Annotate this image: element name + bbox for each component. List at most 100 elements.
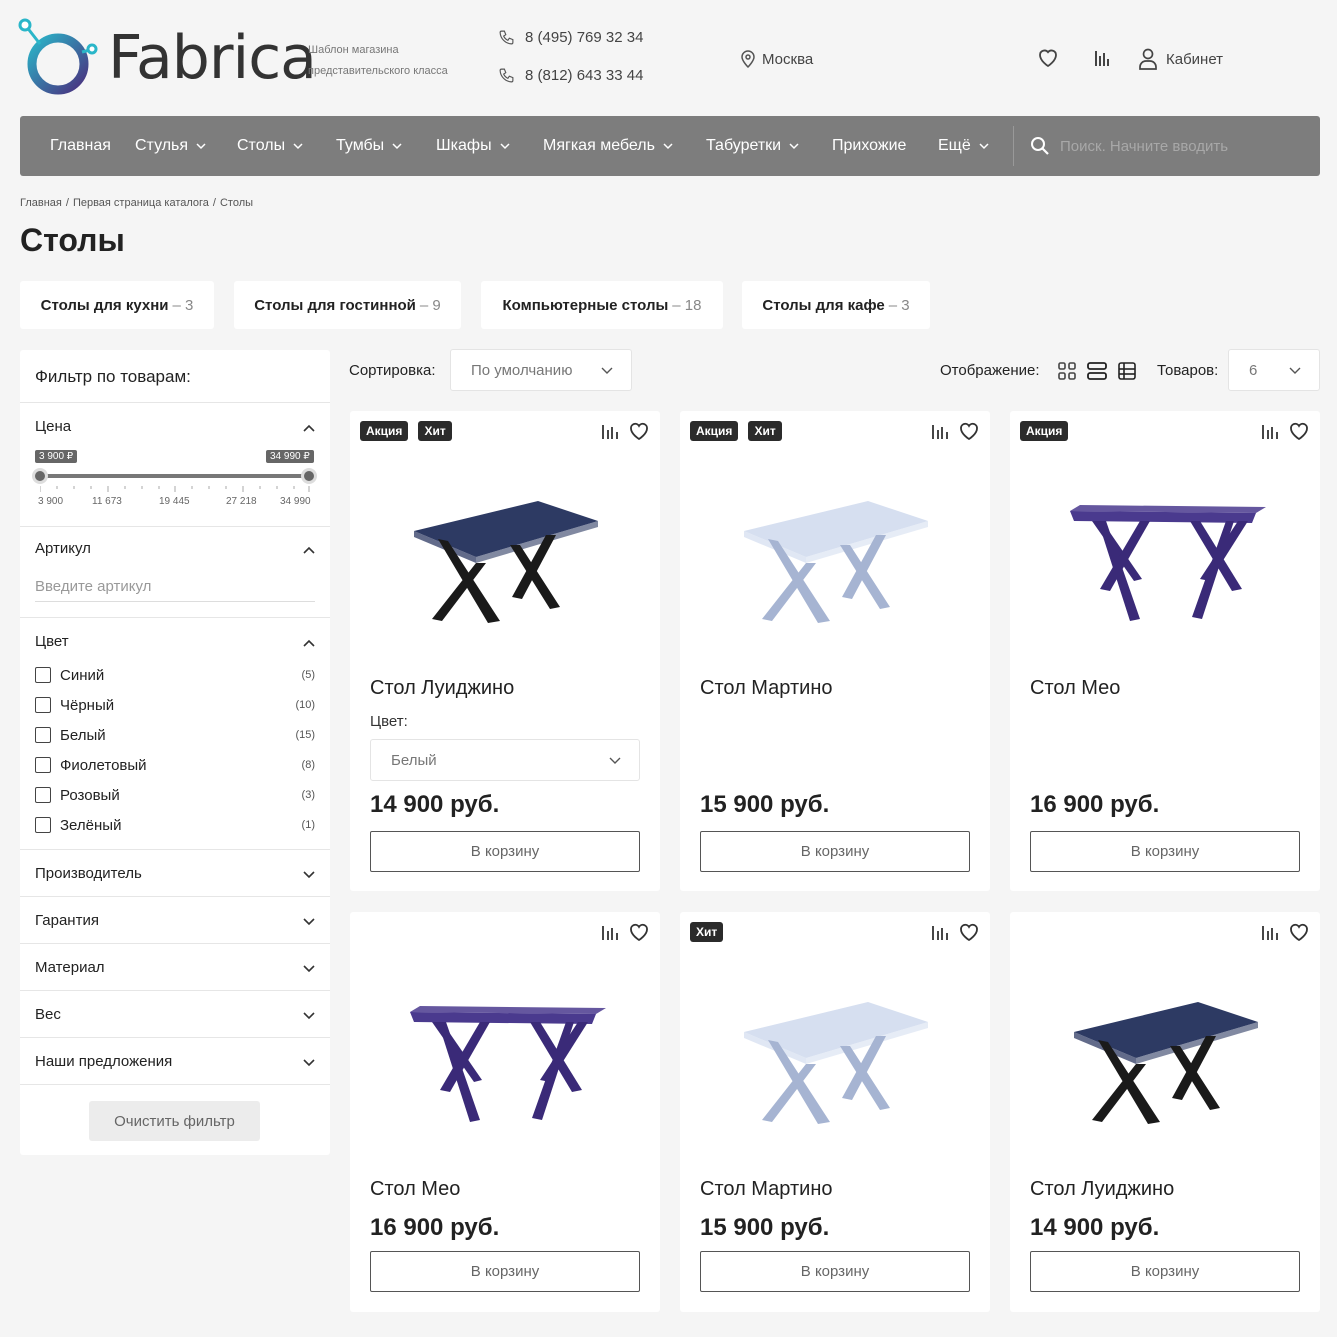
search-icon[interactable] — [1030, 136, 1050, 156]
product-image[interactable] — [720, 972, 950, 1152]
product-image[interactable] — [390, 471, 620, 651]
add-to-cart-button[interactable]: В корзину — [1030, 831, 1300, 872]
product-card[interactable]: Хит Стол Мартино 15 900 руб. В корзину — [680, 912, 990, 1312]
compare-icon[interactable] — [1260, 922, 1280, 942]
add-to-cart-button[interactable]: В корзину — [700, 1251, 970, 1292]
product-name[interactable]: Стол Мартино — [700, 1178, 832, 1201]
color-option-blue[interactable]: Синий (5) — [35, 665, 315, 685]
color-option-green[interactable]: Зелёный (1) — [35, 815, 315, 835]
subcategory-kitchen[interactable]: Столы для кухни – 3 — [20, 281, 214, 329]
nav-soft-furniture[interactable]: Мягкая мебель — [543, 116, 673, 176]
filter-offers-header[interactable]: Наши предложения — [35, 1053, 172, 1070]
sort-select[interactable]: По умолчанию — [450, 349, 632, 391]
product-card[interactable]: Акция Хит Стол Луиджино Цвет: Белый 14 90… — [350, 411, 660, 891]
breadcrumb-catalog[interactable]: Первая страница каталога — [73, 197, 209, 209]
checkbox[interactable] — [35, 727, 51, 743]
phone-2[interactable]: 8 (812) 643 33 44 — [498, 67, 643, 84]
product-name[interactable]: Стол Мео — [1030, 677, 1120, 700]
brand-name[interactable]: Fabrica — [108, 26, 317, 90]
favorite-heart-icon[interactable] — [958, 420, 980, 442]
product-image[interactable] — [1050, 471, 1280, 651]
favorite-heart-icon[interactable] — [628, 921, 650, 943]
compare-icon[interactable] — [600, 922, 620, 942]
checkbox[interactable] — [35, 787, 51, 803]
product-image[interactable] — [390, 972, 620, 1152]
subcategory-computer[interactable]: Компьютерные столы – 18 — [481, 281, 723, 329]
cabinet-link[interactable]: Кабинет — [1138, 48, 1223, 70]
nav-stools[interactable]: Табуретки — [706, 116, 799, 176]
chevron-up-icon[interactable] — [302, 421, 316, 435]
price-slider-track[interactable] — [40, 474, 310, 478]
checkbox[interactable] — [35, 667, 51, 683]
filter-article-header[interactable]: Артикул — [35, 540, 91, 557]
nav-tables[interactable]: Столы — [237, 116, 303, 176]
add-to-cart-button[interactable]: В корзину — [370, 831, 640, 872]
product-card[interactable]: Стол Луиджино 14 900 руб. В корзину — [1010, 912, 1320, 1312]
add-to-cart-button[interactable]: В корзину — [700, 831, 970, 872]
price-slider-max-handle[interactable] — [301, 468, 317, 484]
filter-weight-header[interactable]: Вес — [35, 1006, 61, 1023]
favorite-heart-icon[interactable] — [1288, 420, 1310, 442]
list-view-icon[interactable] — [1087, 361, 1107, 381]
subcategory-living[interactable]: Столы для гостинной – 9 — [234, 281, 461, 329]
favorites-heart-icon[interactable] — [1036, 46, 1060, 70]
city-selector[interactable]: Москва — [740, 50, 813, 68]
product-image[interactable] — [1050, 972, 1280, 1152]
add-to-cart-button[interactable]: В корзину — [1030, 1251, 1300, 1292]
favorite-heart-icon[interactable] — [1288, 921, 1310, 943]
filter-color-header[interactable]: Цвет — [35, 633, 69, 650]
checkbox[interactable] — [35, 757, 51, 773]
items-per-page-select[interactable]: 6 — [1228, 349, 1320, 391]
chevron-down-icon[interactable] — [302, 1056, 316, 1070]
article-input[interactable] — [35, 572, 315, 602]
table-view-icon[interactable] — [1117, 361, 1137, 381]
search-input[interactable] — [1060, 137, 1290, 155]
filter-warranty-header[interactable]: Гарантия — [35, 912, 99, 929]
chevron-down-icon[interactable] — [302, 868, 316, 882]
color-option-pink[interactable]: Розовый (3) — [35, 785, 315, 805]
product-name[interactable]: Стол Луиджино — [370, 677, 514, 700]
nav-wardrobes[interactable]: Шкафы — [436, 116, 510, 176]
color-option-white[interactable]: Белый (15) — [35, 725, 315, 745]
compare-icon[interactable] — [1090, 46, 1114, 70]
filter-price-header[interactable]: Цена — [35, 418, 71, 435]
product-image[interactable] — [720, 471, 950, 651]
breadcrumb-home[interactable]: Главная — [20, 197, 62, 209]
favorite-heart-icon[interactable] — [628, 420, 650, 442]
color-option-black[interactable]: Чёрный (10) — [35, 695, 315, 715]
compare-icon[interactable] — [600, 421, 620, 441]
grid-view-icon[interactable] — [1057, 361, 1077, 381]
add-to-cart-button[interactable]: В корзину — [370, 1251, 640, 1292]
nav-cabinets[interactable]: Тумбы — [336, 116, 402, 176]
product-name[interactable]: Стол Мартино — [700, 677, 832, 700]
nav-more[interactable]: Ещё — [938, 116, 989, 176]
chevron-down-icon[interactable] — [302, 1009, 316, 1023]
chevron-up-icon[interactable] — [302, 636, 316, 650]
product-card[interactable]: Акция Стол Мео 16 900 руб. В корзину — [1010, 411, 1320, 891]
favorite-heart-icon[interactable] — [958, 921, 980, 943]
checkbox[interactable] — [35, 697, 51, 713]
clear-filter-button[interactable]: Очистить фильтр — [89, 1101, 260, 1141]
price-slider-min-handle[interactable] — [32, 468, 48, 484]
phone-1[interactable]: 8 (495) 769 32 34 — [498, 29, 643, 46]
nav-hallway[interactable]: Прихожие — [832, 116, 906, 176]
nav-home[interactable]: Главная — [50, 116, 111, 176]
chevron-down-icon[interactable] — [302, 962, 316, 976]
product-name[interactable]: Стол Луиджино — [1030, 1178, 1174, 1201]
product-name[interactable]: Стол Мео — [370, 1178, 460, 1201]
product-card[interactable]: Стол Мео 16 900 руб. В корзину — [350, 912, 660, 1312]
chevron-down-icon[interactable] — [302, 915, 316, 929]
compare-icon[interactable] — [1260, 421, 1280, 441]
fabrica-logo-icon[interactable] — [18, 18, 98, 96]
filter-material-header[interactable]: Материал — [35, 959, 105, 976]
checkbox[interactable] — [35, 817, 51, 833]
nav-chairs[interactable]: Стулья — [135, 116, 206, 176]
compare-icon[interactable] — [930, 922, 950, 942]
product-color-select[interactable]: Белый — [370, 739, 640, 781]
chevron-up-icon[interactable] — [302, 543, 316, 557]
subcategory-cafe[interactable]: Столы для кафе – 3 — [742, 281, 930, 329]
filter-manufacturer-header[interactable]: Производитель — [35, 865, 142, 882]
product-card[interactable]: Акция Хит Стол Мартино 15 900 руб. В корз… — [680, 411, 990, 891]
color-option-violet[interactable]: Фиолетовый (8) — [35, 755, 315, 775]
compare-icon[interactable] — [930, 421, 950, 441]
